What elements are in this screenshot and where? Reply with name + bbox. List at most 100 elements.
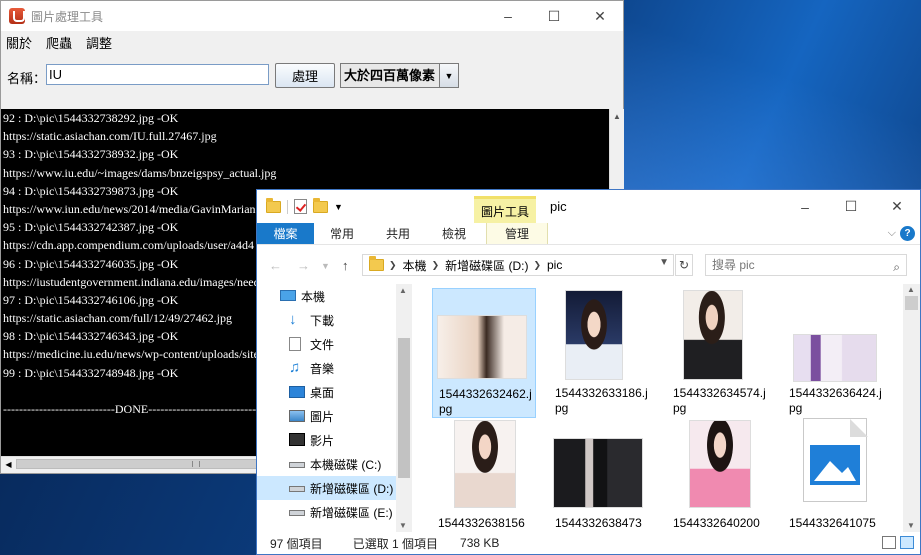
tab-file[interactable]: 檔案 <box>257 223 314 244</box>
nav-item[interactable]: 圖片 <box>257 404 412 428</box>
file-list: 1544332632462.jpg 1544332633186.jpg 154433… <box>414 284 904 532</box>
pictures-icon <box>289 410 305 422</box>
nav-pane-scrollbar[interactable]: ▲ ▼ <box>396 284 412 532</box>
nav-scroll-thumb[interactable] <box>398 338 410 478</box>
console-line: https://static.asiachan.com/IU.full.2746… <box>3 129 217 144</box>
close-button[interactable]: ✕ <box>577 1 623 31</box>
file-tile[interactable]: 1544332636424.jpg <box>783 288 887 418</box>
address-path[interactable]: ❯ 本機 ❯ 新增磁碟區 (D:) ❯ pic ▼ <box>362 254 674 276</box>
nav-item-label: 新增磁碟區 (D:) <box>310 481 394 496</box>
query-toolbar: 名稱： IU 處理 大於四百萬像素 ▼ <box>1 61 623 97</box>
breadcrumb-drive-d[interactable]: 新增磁碟區 (D:) <box>445 257 528 274</box>
name-label: 名稱： <box>7 71 47 86</box>
nav-item[interactable]: ↓ 下載 <box>257 308 412 332</box>
image-thumbnail <box>689 420 751 508</box>
file-scroll-thumb[interactable] <box>905 296 918 310</box>
scroll-up-icon[interactable]: ▲ <box>610 109 624 124</box>
drive-icon <box>289 462 305 468</box>
refresh-icon[interactable]: ↻ <box>675 254 693 276</box>
new-folder-icon[interactable] <box>313 197 328 213</box>
video-icon <box>289 433 305 446</box>
file-name: 1544332641075 <box>789 516 876 530</box>
size-filter-value: 大於四百萬像素 <box>344 68 436 83</box>
process-button[interactable]: 處理 <box>275 63 335 88</box>
expand-ribbon-icon[interactable]: ⌵ <box>888 227 896 240</box>
up-icon[interactable]: ↑ <box>342 258 349 273</box>
file-tile[interactable]: 1544332641075 <box>783 418 887 548</box>
maximize-button[interactable]: ☐ <box>531 1 577 31</box>
document-icon <box>289 337 301 351</box>
file-tile[interactable]: 1544332633186.jpg <box>549 288 653 418</box>
explorer-maximize-button[interactable]: ☐ <box>828 190 874 223</box>
file-tile[interactable]: 1544332634574.jpg <box>667 288 771 418</box>
nav-item[interactable]: 影片 <box>257 428 412 452</box>
forward-icon[interactable]: → <box>297 258 310 273</box>
recent-locations-icon[interactable]: ▼ <box>321 261 330 271</box>
navigation-pane: 本機 ↓ 下載文件 ♫ 音樂 桌面 圖片影片本機磁碟 (C:) 新增磁碟區 (D:) 新增磁碟區… <box>257 284 412 532</box>
file-tile[interactable]: 1544332632462.jpg <box>432 288 536 418</box>
minimize-button[interactable]: – <box>485 1 531 31</box>
selection-count: 已選取 1 個項目 <box>352 536 439 551</box>
help-icon[interactable]: ? <box>900 226 915 241</box>
nav-item-label: 本機磁碟 (C:) <box>310 457 382 472</box>
file-name: 1544332638156 <box>438 516 525 530</box>
image-thumbnail <box>793 334 877 382</box>
file-name: 1544332633186.jpg <box>555 386 648 415</box>
file-name: 1544332632462.jpg <box>439 387 532 416</box>
menu-about[interactable]: 關於 <box>6 33 32 52</box>
explorer-minimize-button[interactable]: – <box>782 190 828 223</box>
search-input[interactable]: 搜尋 pic ⌕ <box>705 254 907 276</box>
search-icon[interactable]: ⌕ <box>893 257 900 277</box>
desktop-icon <box>289 386 305 398</box>
music-icon: ♫ <box>289 359 301 376</box>
file-list-scrollbar[interactable]: ▲ ▼ <box>903 284 920 532</box>
app-title: 圖片處理工具 <box>31 9 104 24</box>
computer-icon <box>280 290 296 301</box>
nav-item[interactable]: ♫ 音樂 <box>257 356 412 380</box>
tab-share[interactable]: 共用 <box>370 223 426 244</box>
nav-item-label: 新增磁碟區 (E:) <box>310 505 393 520</box>
folder-icon <box>266 197 281 213</box>
file-tile[interactable]: 1544332638156 <box>432 418 536 548</box>
name-input[interactable]: IU <box>46 64 269 85</box>
nav-item-label: 下載 <box>310 313 335 328</box>
app-titlebar: 圖片處理工具 – ☐ ✕ <box>1 1 623 31</box>
nav-item[interactable]: 新增磁碟區 (E:) <box>257 500 412 524</box>
image-thumbnail <box>553 438 643 508</box>
nav-item[interactable]: 本機 <box>257 284 412 308</box>
breadcrumb-this-pc[interactable]: 本機 <box>403 257 427 274</box>
breadcrumb-pic[interactable]: pic <box>547 258 562 272</box>
menu-bar: 關於 爬蟲 調整 <box>1 31 623 53</box>
nav-item-label: 本機 <box>301 289 326 304</box>
nav-item-label: 文件 <box>310 337 335 352</box>
ribbon-tabs: 檔案 常用 共用 檢視 管理 ⌵ ? <box>257 223 920 245</box>
customize-quick-access-icon[interactable]: ▼ <box>334 202 343 212</box>
tab-home[interactable]: 常用 <box>314 223 370 244</box>
path-dropdown-icon[interactable]: ▼ <box>659 257 669 268</box>
menu-adjust[interactable]: 調整 <box>86 33 112 52</box>
search-placeholder: 搜尋 pic <box>712 258 755 272</box>
dropdown-arrow-icon[interactable]: ▼ <box>439 64 458 87</box>
nav-item[interactable]: 本機磁碟 (C:) <box>257 452 412 476</box>
nav-item[interactable]: 文件 <box>257 332 412 356</box>
tab-view[interactable]: 檢視 <box>426 223 482 244</box>
back-icon[interactable]: ← <box>269 258 282 273</box>
nav-item[interactable]: 新增磁碟區 (D:) <box>257 476 412 500</box>
picture-tools-tab[interactable]: 圖片工具 <box>474 196 536 223</box>
tab-manage[interactable]: 管理 <box>486 223 548 244</box>
image-thumbnail <box>683 290 743 380</box>
drive-icon <box>289 510 305 516</box>
size-filter-select[interactable]: 大於四百萬像素 ▼ <box>340 63 459 88</box>
file-tile[interactable]: 1544332638473 <box>549 418 653 548</box>
menu-crawler[interactable]: 爬蟲 <box>46 33 72 52</box>
details-view-icon[interactable] <box>882 536 896 549</box>
properties-icon[interactable] <box>294 199 307 214</box>
explorer-close-button[interactable]: ✕ <box>874 190 920 223</box>
file-tile[interactable]: 1544332640200 <box>667 418 771 548</box>
nav-item-label: 影片 <box>310 433 335 448</box>
console-line: 92 : D:\pic\1544332738292.jpg -OK <box>3 111 179 125</box>
nav-item[interactable]: 桌面 <box>257 380 412 404</box>
explorer-title: pic <box>550 199 567 214</box>
scroll-left-icon[interactable]: ◀ <box>1 457 16 471</box>
large-icons-view-icon[interactable] <box>900 536 914 549</box>
